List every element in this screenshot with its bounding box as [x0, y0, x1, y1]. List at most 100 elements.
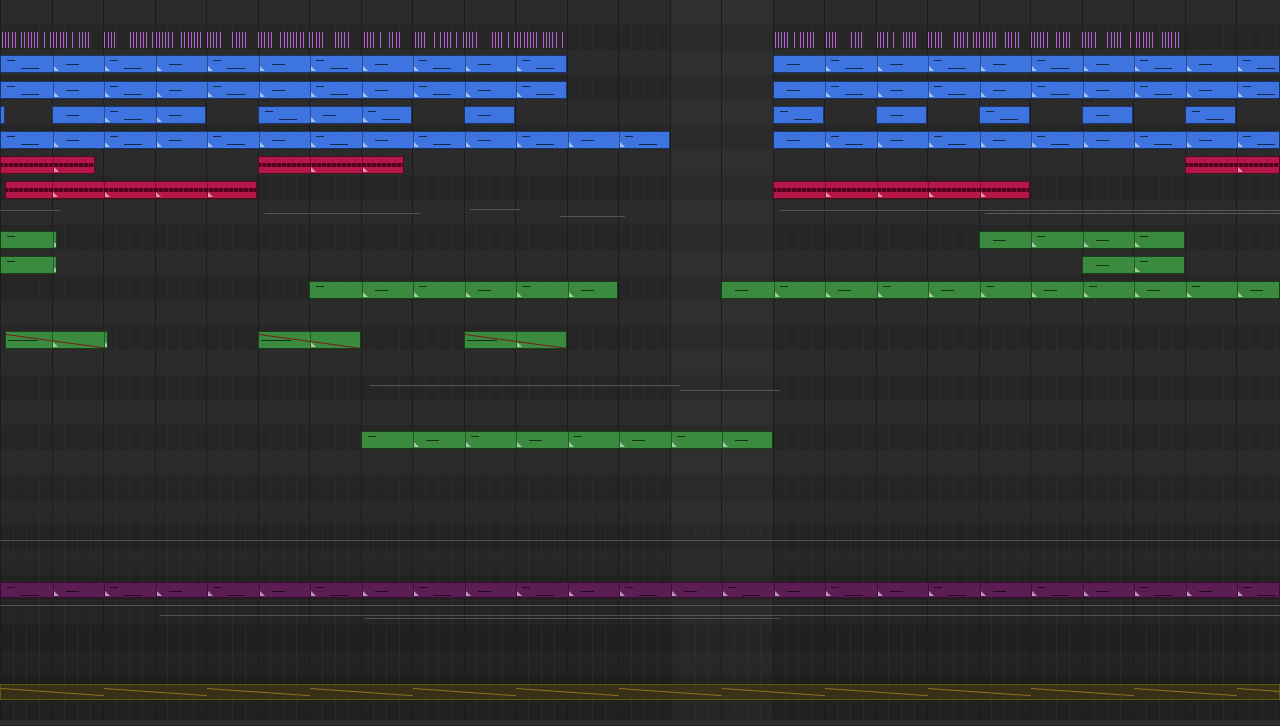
beat-line: [631, 0, 632, 720]
vocal-1-clip[interactable]: [258, 156, 405, 174]
pad-clip[interactable]: [0, 131, 670, 149]
loop-marker-icon: [105, 142, 110, 147]
note-event: [581, 591, 594, 592]
loop-marker-icon: [466, 591, 471, 596]
sweep-clip[interactable]: [361, 431, 773, 449]
note-event: [169, 64, 182, 65]
loop-marker-icon: [260, 92, 265, 97]
note-event: [7, 86, 15, 87]
fx-2-clip[interactable]: [0, 256, 57, 274]
note-event: [632, 440, 645, 441]
drum-hit: [1037, 32, 1038, 48]
beat-line: [13, 0, 14, 720]
drum-hit: [552, 32, 553, 48]
fx-3-clip[interactable]: [309, 281, 618, 299]
loop-marker-icon: [260, 591, 265, 596]
pad-clip[interactable]: [773, 131, 1280, 149]
note-event: [478, 64, 491, 65]
vocal-1-clip[interactable]: [0, 156, 95, 174]
note-event: [890, 115, 903, 116]
note-event: [323, 115, 336, 116]
drum-hit: [877, 32, 878, 48]
loop-marker-icon: [1084, 242, 1089, 247]
lane-background: [0, 400, 1280, 426]
note-event: [1199, 140, 1212, 141]
lane-background: [0, 350, 1280, 376]
loop-marker-icon: [1135, 242, 1140, 247]
keys-clip[interactable]: [1185, 106, 1237, 124]
drum-hit: [1034, 32, 1035, 48]
bass-2-clip[interactable]: [0, 81, 567, 99]
bass-1-clip[interactable]: [773, 55, 1280, 73]
fx-1-clip[interactable]: [0, 231, 57, 249]
bass-2-clip[interactable]: [773, 81, 1280, 99]
beat-line: [1275, 0, 1276, 720]
drum-hit: [1056, 32, 1057, 48]
loop-marker-icon: [1084, 92, 1089, 97]
keys-clip[interactable]: [464, 106, 516, 124]
note-event: [66, 140, 79, 141]
drum-hit: [440, 32, 441, 48]
muted-track-line: [160, 615, 1280, 616]
keys-clip[interactable]: [1082, 106, 1134, 124]
vocal-1-clip[interactable]: [1185, 156, 1280, 174]
sub-pad-clip[interactable]: [0, 582, 1280, 598]
keys-clip[interactable]: [876, 106, 928, 124]
note-event: [1044, 290, 1057, 291]
keys-clip[interactable]: [979, 106, 1031, 124]
loop-marker-icon: [157, 66, 162, 71]
drum-hit: [8, 32, 9, 48]
fx-1-clip[interactable]: [979, 231, 1185, 249]
loop-marker-icon: [723, 591, 728, 596]
loop-marker-icon: [1238, 92, 1243, 97]
loop-marker-icon: [311, 66, 316, 71]
bass-1-clip[interactable]: [0, 55, 567, 73]
note-event: [433, 68, 451, 69]
note-event: [890, 90, 903, 91]
drum-hit: [520, 32, 521, 48]
fx-3-clip[interactable]: [721, 281, 1280, 299]
vocal-2-clip[interactable]: [5, 181, 257, 199]
note-event: [1037, 587, 1045, 588]
riser-clip[interactable]: [464, 331, 567, 349]
note-event: [375, 90, 388, 91]
loop-marker-icon: [311, 92, 316, 97]
keys-clip[interactable]: [773, 106, 825, 124]
note-event: [1243, 60, 1251, 61]
note-event: [948, 68, 966, 69]
vocal-2-clip[interactable]: [773, 181, 1031, 199]
note-event: [419, 587, 427, 588]
drums-clip[interactable]: [0, 30, 567, 50]
keys-clip[interactable]: [52, 106, 207, 124]
drum-hit: [242, 32, 243, 48]
note-event: [169, 591, 182, 592]
waveform: [774, 188, 1030, 193]
keys-clip[interactable]: [258, 106, 413, 124]
note-event: [890, 64, 903, 65]
fx-2-clip[interactable]: [1082, 256, 1185, 274]
note-event: [124, 144, 142, 145]
note-event: [1192, 111, 1200, 112]
note-event: [831, 86, 839, 87]
note-event: [1147, 290, 1160, 291]
loop-marker-icon: [54, 267, 57, 272]
riser-clip[interactable]: [5, 331, 108, 349]
drum-hit: [1111, 32, 1112, 48]
loop-marker-icon: [929, 192, 934, 197]
arrangement-view[interactable]: [0, 0, 1280, 720]
loop-marker-icon: [363, 117, 368, 122]
beat-line: [734, 0, 735, 720]
drum-hit: [546, 32, 547, 48]
keys-clip[interactable]: [0, 106, 5, 124]
muted-track-line: [0, 605, 1280, 606]
note-event: [1096, 240, 1109, 241]
master-automation-clip[interactable]: [0, 684, 1280, 700]
note-event: [1243, 136, 1251, 137]
drum-hit: [450, 32, 451, 48]
drum-hit: [787, 32, 788, 48]
beat-line: [953, 0, 954, 720]
drums-clip[interactable]: [773, 30, 1185, 50]
drum-hit: [156, 32, 157, 48]
drum-hit: [1005, 32, 1006, 48]
riser-clip[interactable]: [258, 331, 361, 349]
